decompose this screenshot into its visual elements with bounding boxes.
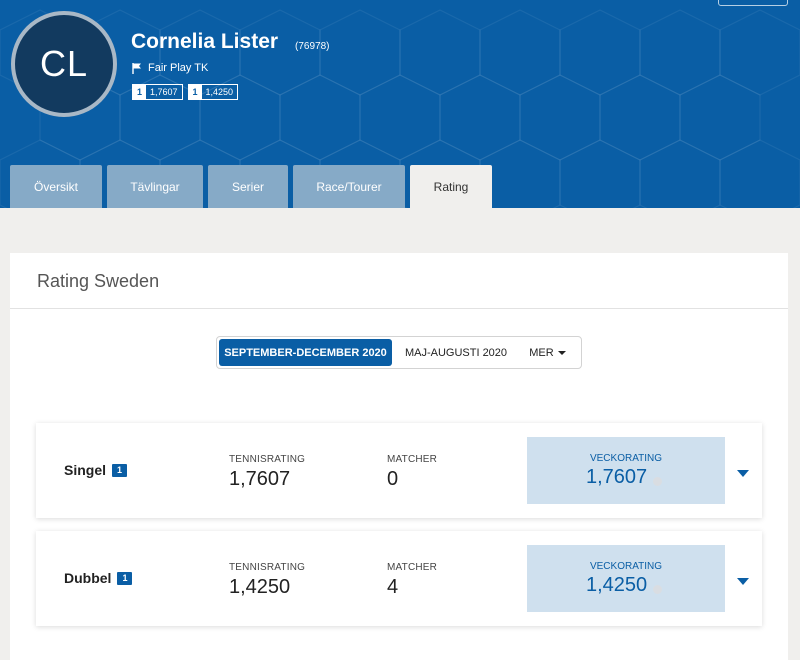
expand-chevron-icon[interactable]	[737, 578, 749, 585]
status-dot-icon	[653, 477, 662, 486]
badge-value: 1,4250	[205, 87, 234, 97]
row-title-text: Dubbel	[64, 570, 112, 586]
more-label: MER	[529, 346, 554, 359]
tennisrating-label: TENNISRATING	[229, 454, 306, 465]
more-periods-dropdown[interactable]: MER	[520, 339, 575, 366]
expand-chevron-icon[interactable]	[737, 470, 749, 477]
matcher-value: 0	[387, 468, 399, 490]
veckorating-label: VECKORATING	[589, 453, 663, 464]
tab-rating[interactable]: Rating	[410, 165, 492, 208]
status-dot-icon	[653, 585, 662, 594]
club-name: Fair Play TK	[148, 62, 209, 74]
badge-rank: 1	[188, 85, 202, 99]
avatar: CL	[11, 11, 117, 117]
tab-tavlingar[interactable]: Tävlingar	[107, 165, 203, 208]
tab-serier[interactable]: Serier	[208, 165, 288, 208]
player-id: (76978)	[295, 41, 330, 52]
card-title: Rating Sweden	[37, 271, 160, 291]
row-rank-badge: 1	[117, 571, 133, 585]
period-maj-aug-2020-button[interactable]: MAJ-AUGUSTI 2020	[392, 339, 520, 366]
row-rank-badge: 1	[112, 463, 128, 477]
profile-tabs: Översikt Tävlingar Serier Race/Tourer Ra…	[10, 165, 492, 208]
badge-value: 1,7607	[150, 87, 178, 97]
player-name: Cornelia Lister	[131, 30, 279, 53]
rating-badges: 1 1,7607 1 1,4250	[132, 84, 239, 100]
veckorating-value: 1,4250	[586, 574, 648, 596]
badge-rank: 1	[133, 85, 146, 99]
row-title: Dubbel 1	[64, 570, 133, 586]
singles-rating-row: Singel 1 TENNISRATING 1,7607 MATCHER 0 V…	[36, 423, 762, 518]
matcher-label: MATCHER	[387, 454, 438, 465]
club-link[interactable]: Fair Play TK	[132, 62, 208, 74]
tennisrating-value: 1,4250	[229, 576, 291, 598]
matcher-label: MATCHER	[387, 562, 438, 573]
tennisrating-label: TENNISRATING	[229, 562, 306, 573]
flag-icon	[132, 62, 141, 74]
divider	[10, 308, 788, 309]
doubles-rating-badge: 1 1,4250	[187, 84, 239, 100]
rating-card: Rating Sweden SEPTEMBER-DECEMBER 2020 MA…	[10, 253, 788, 660]
row-title: Singel 1	[64, 462, 128, 478]
header-action-button[interactable]	[718, 0, 788, 6]
period-selector: SEPTEMBER-DECEMBER 2020 MAJ-AUGUSTI 2020…	[216, 336, 582, 369]
doubles-rating-row: Dubbel 1 TENNISRATING 1,4250 MATCHER 4 V…	[36, 531, 762, 626]
avatar-initials: CL	[39, 43, 89, 84]
veckorating-label: VECKORATING	[589, 561, 663, 572]
tennisrating-value: 1,7607	[229, 468, 291, 490]
weekly-rating-box: VECKORATING 1,7607	[527, 437, 725, 504]
singles-rating-badge: 1 1,7607	[132, 84, 183, 100]
period-sep-dec-2020-button[interactable]: SEPTEMBER-DECEMBER 2020	[219, 339, 392, 366]
matcher-value: 4	[387, 576, 399, 598]
tab-race-tourer[interactable]: Race/Tourer	[293, 165, 405, 208]
profile-header: CL Cornelia Lister (76978) Fair Play TK …	[0, 0, 800, 208]
weekly-rating-box: VECKORATING 1,4250	[527, 545, 725, 612]
row-title-text: Singel	[64, 462, 107, 478]
veckorating-value: 1,7607	[586, 466, 648, 488]
caret-down-icon	[557, 350, 566, 355]
tab-oversikt[interactable]: Översikt	[10, 165, 102, 208]
